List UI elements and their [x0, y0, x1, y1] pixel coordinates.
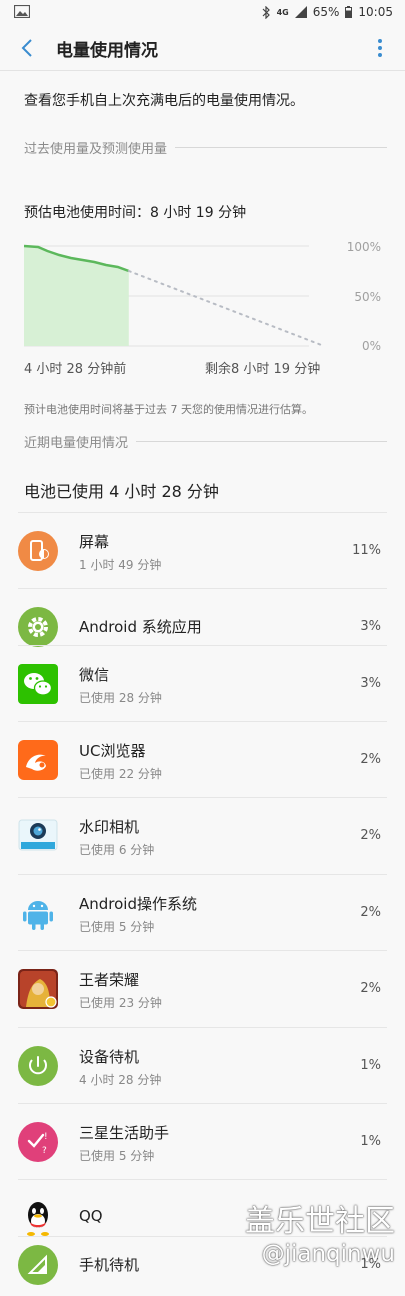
standby-icon — [18, 1046, 58, 1086]
honor-of-kings-icon — [18, 969, 58, 1009]
app-percent: 3% — [360, 619, 381, 634]
app-usage-time: 已使用 23 分钟 — [79, 996, 162, 1010]
list-item[interactable]: Android操作系统 已使用 5 分钟 2% — [18, 874, 387, 950]
network-type: 4G — [276, 7, 289, 17]
app-name: 水印相机 — [79, 818, 140, 836]
section-title-recent: 近期电量使用情况 — [24, 436, 129, 451]
battery-percent: 65% — [312, 5, 340, 19]
app-name: 手机待机 — [79, 1256, 140, 1274]
gallery-icon — [14, 5, 30, 18]
section-divider — [136, 441, 387, 442]
app-bar: 电量使用情况 — [0, 26, 405, 70]
app-name: 屏幕 — [79, 533, 110, 551]
app-name: 三星生活助手 — [79, 1124, 170, 1142]
app-percent: 2% — [360, 828, 381, 843]
list-item[interactable]: UC浏览器 已使用 22 分钟 2% — [18, 721, 387, 797]
app-percent: 2% — [360, 981, 381, 996]
app-usage-time: 已使用 22 分钟 — [79, 767, 162, 781]
list-item[interactable]: 王者荣耀 已使用 23 分钟 2% — [18, 950, 387, 1026]
app-name: 设备待机 — [79, 1048, 140, 1066]
header-divider — [0, 70, 405, 71]
svg-text:?: ? — [42, 1146, 47, 1156]
section-header-recent: 近期电量使用情况 — [24, 432, 387, 451]
screen-icon — [18, 531, 58, 571]
watermark-camera-icon — [18, 819, 58, 851]
battery-chart — [24, 244, 325, 347]
app-name: QQ — [79, 1207, 103, 1225]
battery-icon — [345, 6, 353, 18]
app-name: Android操作系统 — [79, 895, 197, 913]
status-bar: 4G 65% 10:05 — [0, 0, 405, 26]
watermark-handle: @jianqinwu — [261, 1241, 395, 1267]
app-percent: 2% — [360, 752, 381, 767]
app-name: 微信 — [79, 666, 110, 684]
app-name: 王者荣耀 — [79, 971, 140, 989]
svg-text:!: ! — [44, 1132, 48, 1142]
app-usage-time: 4 小时 28 分钟 — [79, 1073, 162, 1087]
y-tick-50: 50% — [354, 290, 381, 304]
list-item[interactable]: 微信 已使用 28 分钟 3% — [18, 645, 387, 721]
usage-fill-area — [24, 246, 129, 346]
bluetooth-icon — [262, 5, 270, 19]
app-usage-time: 已使用 28 分钟 — [79, 691, 162, 705]
section-title-past: 过去使用量及预测使用量 — [24, 142, 168, 157]
app-name: Android 系统应用 — [79, 618, 202, 636]
intro-text: 查看您手机自上次充满电后的电量使用情况。 — [24, 93, 304, 109]
android-os-icon — [23, 901, 53, 930]
page-title: 电量使用情况 — [56, 41, 158, 61]
app-percent: 3% — [360, 676, 381, 691]
app-usage-time: 1 小时 49 分钟 — [79, 558, 162, 572]
list-item[interactable]: ! ? 三星生活助手 已使用 5 分钟 1% — [18, 1103, 387, 1179]
battery-used-title: 电池已使用 4 小时 28 分钟 — [24, 482, 219, 501]
uc-browser-icon — [18, 740, 58, 780]
list-item[interactable]: 水印相机 已使用 6 分钟 2% — [18, 797, 387, 873]
samsung-life-assistant-icon: ! ? — [18, 1122, 58, 1162]
app-percent: 1% — [360, 1134, 381, 1149]
y-tick-0: 0% — [361, 339, 381, 353]
watermark-title: 盖乐世社区 — [245, 1204, 395, 1239]
wechat-icon — [18, 664, 58, 704]
app-usage-time: 已使用 5 分钟 — [79, 1149, 155, 1163]
y-tick-100: 100% — [346, 240, 381, 254]
app-name: UC浏览器 — [79, 742, 146, 760]
section-header-past: 过去使用量及预测使用量 — [24, 138, 387, 157]
app-usage-time: 已使用 6 分钟 — [79, 843, 155, 857]
x-label-end: 剩余8 小时 19 分钟 — [205, 362, 321, 377]
qq-icon — [27, 1202, 49, 1236]
back-arrow-icon[interactable] — [16, 36, 40, 60]
list-item[interactable]: 屏幕 1 小时 49 分钟 11% — [18, 512, 387, 588]
app-percent: 1% — [360, 1058, 381, 1073]
app-usage-time: 已使用 5 分钟 — [79, 920, 155, 934]
list-item[interactable]: 设备待机 4 小时 28 分钟 1% — [18, 1027, 387, 1103]
android-system-gear-icon — [18, 607, 58, 647]
app-percent: 11% — [352, 543, 381, 558]
more-options-icon[interactable] — [377, 38, 383, 58]
estimate-note: 预计电池使用时间将基于过去 7 天您的使用情况进行估算。 — [24, 403, 313, 416]
section-divider — [175, 147, 387, 148]
clock: 10:05 — [358, 5, 393, 19]
forecast-line — [127, 270, 325, 347]
estimate-text: 预估电池使用时间：8 小时 19 分钟 — [24, 205, 247, 221]
x-label-start: 4 小时 28 分钟前 — [24, 362, 127, 377]
phone-standby-icon — [18, 1245, 58, 1285]
signal-icon — [294, 6, 307, 18]
app-percent: 2% — [360, 905, 381, 920]
